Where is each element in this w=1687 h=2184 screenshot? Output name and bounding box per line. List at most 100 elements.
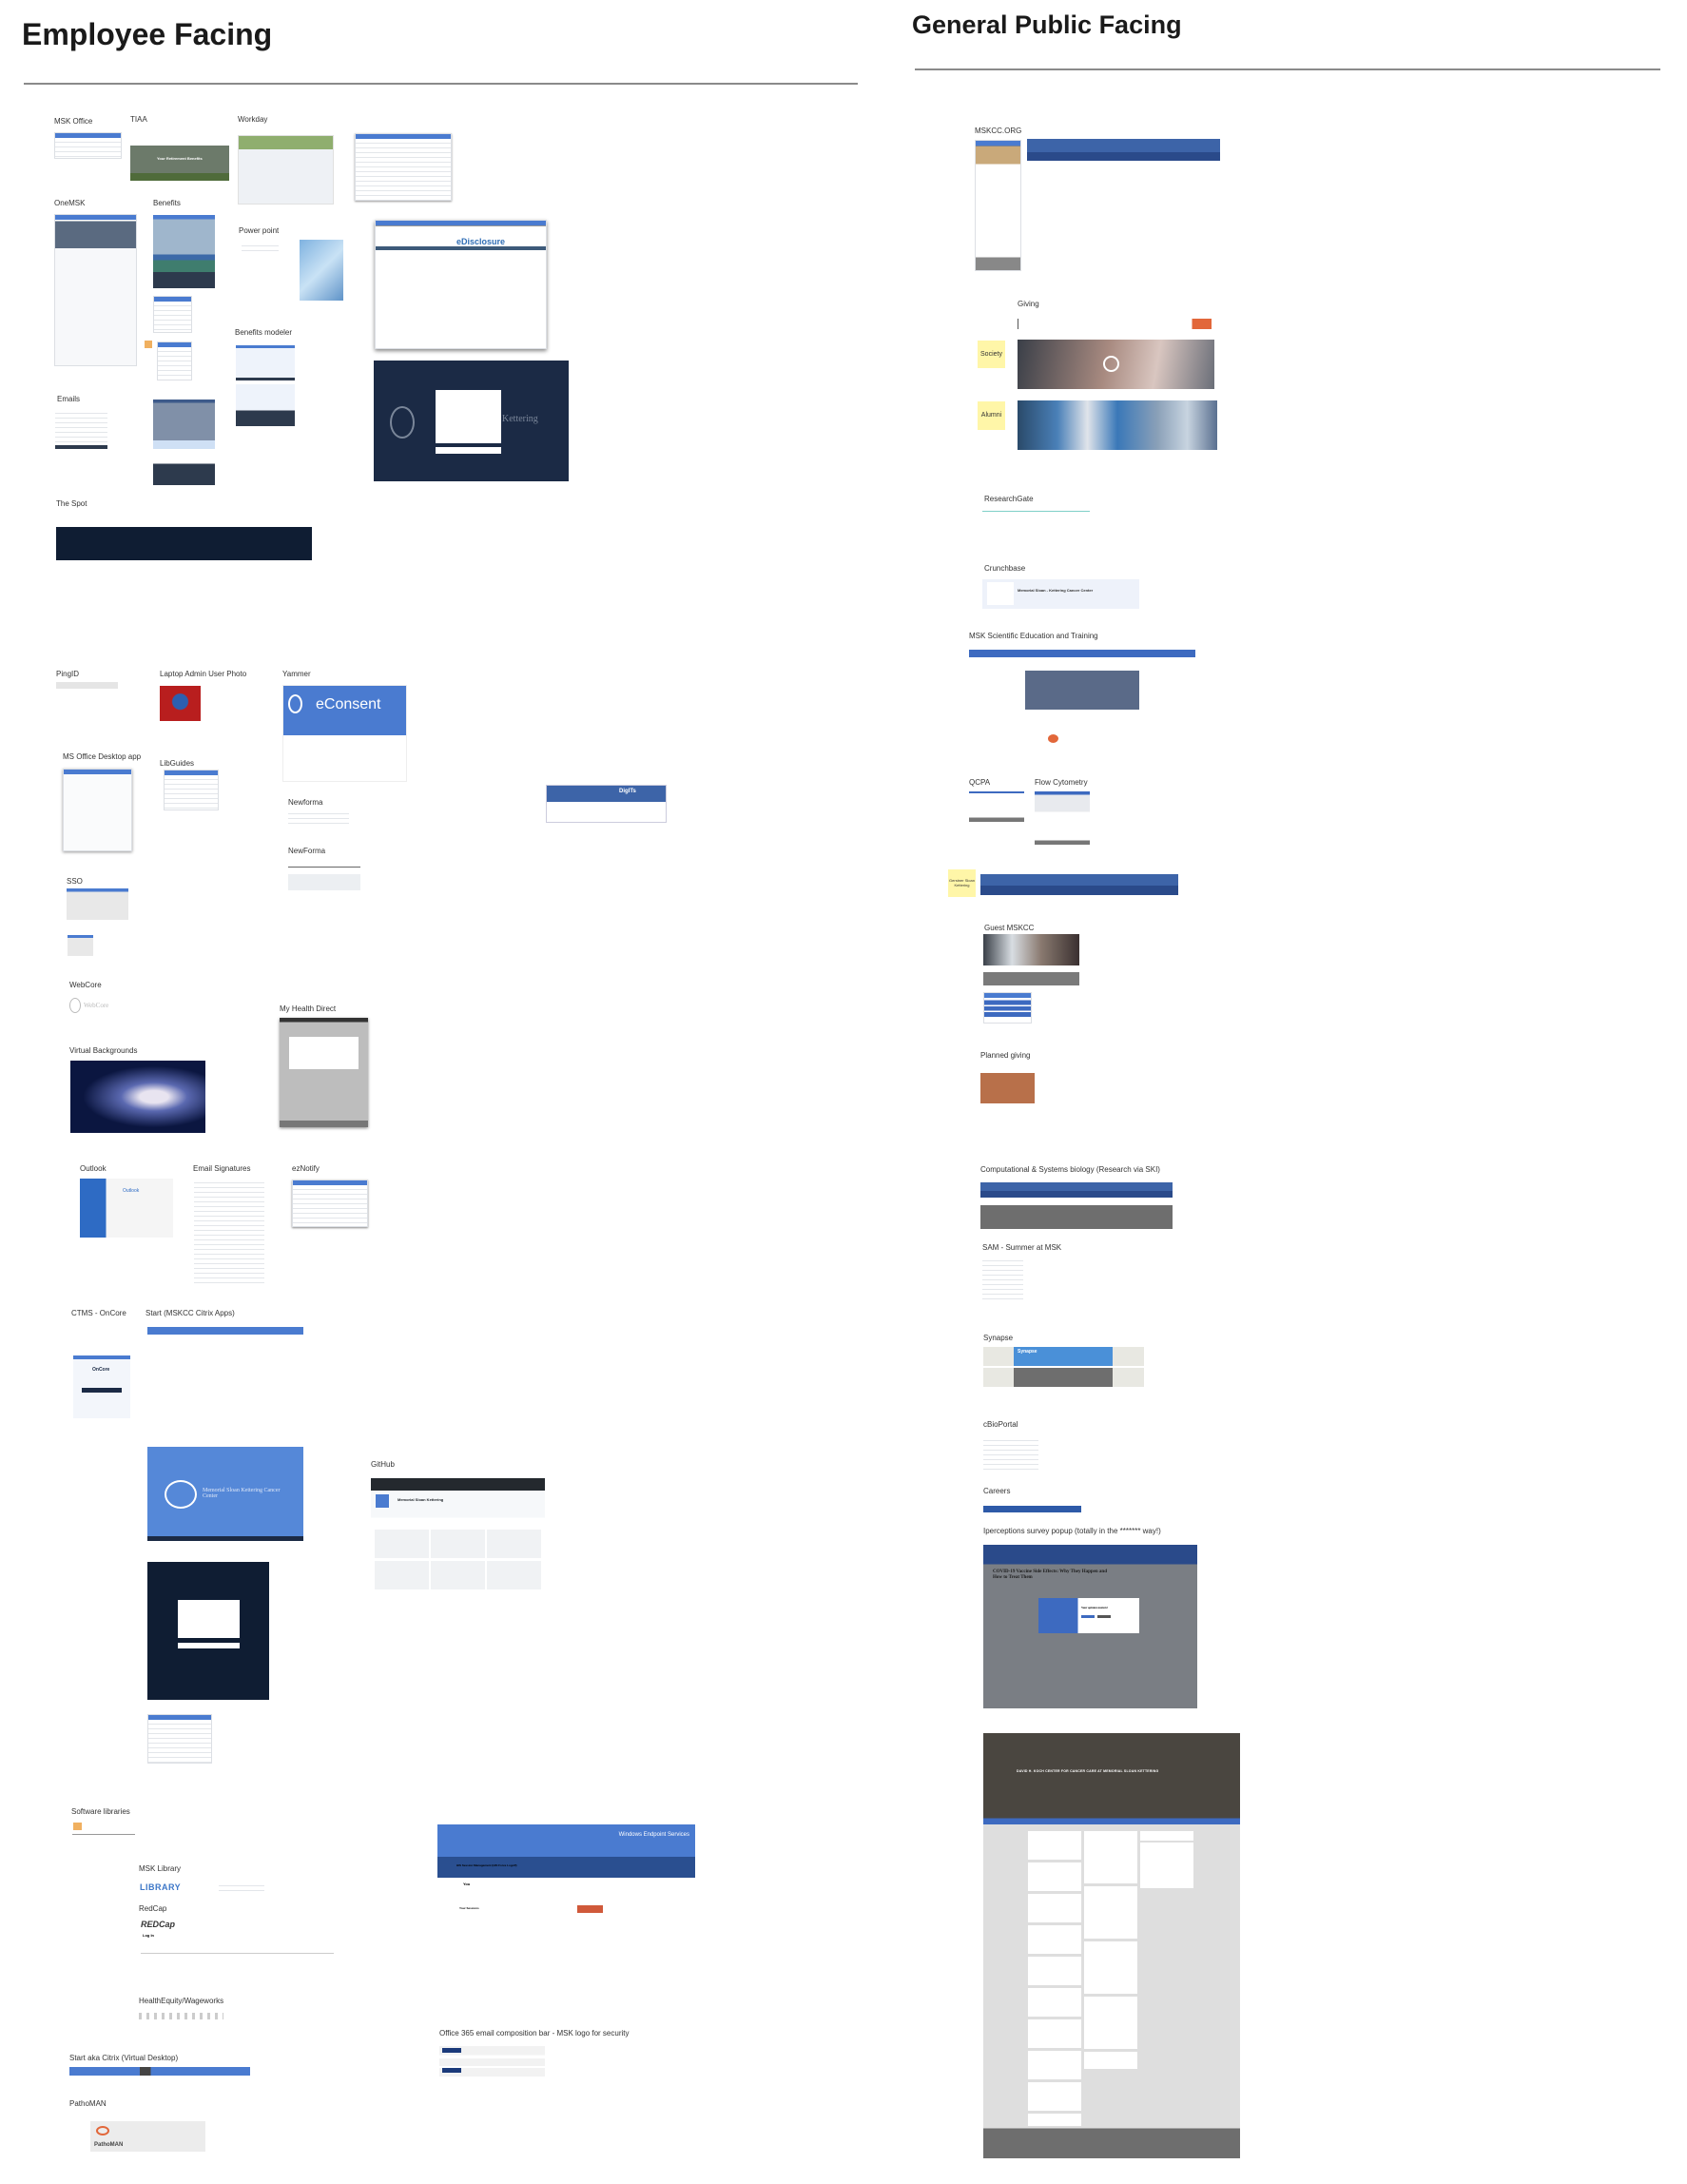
thumb-planned-giving[interactable] xyxy=(980,1069,1035,1145)
thumb-sci-ed-page[interactable] xyxy=(1025,658,1139,761)
thumb-libguides[interactable] xyxy=(164,770,219,810)
thumb-outlook[interactable]: Outlook xyxy=(80,1179,173,1238)
thumb-healthequity[interactable] xyxy=(139,2013,223,2019)
thumb-ms-office-desktop[interactable] xyxy=(63,769,132,851)
thumb-workday[interactable] xyxy=(238,135,334,205)
thumb-sci-ed-header[interactable] xyxy=(969,650,1195,657)
thumb-onemsk[interactable] xyxy=(54,214,137,366)
public-facing-title: General Public Facing xyxy=(912,10,1182,39)
thumb-my-health-direct[interactable] xyxy=(280,1018,368,1127)
thumb-yammer-econsent[interactable]: eConsent xyxy=(282,685,407,782)
signin-box[interactable] xyxy=(178,1600,240,1638)
thumb-emails-2[interactable] xyxy=(153,400,215,485)
thumb-the-spot[interactable] xyxy=(56,513,312,560)
thumb-relief-page[interactable] xyxy=(355,133,452,201)
thumb-pathoman[interactable]: PathoMAN xyxy=(71,2113,226,2152)
thumb-cbioportal[interactable] xyxy=(983,1436,1038,1473)
send-button[interactable] xyxy=(442,2068,461,2073)
thumb-msk-library-2[interactable] xyxy=(219,1882,264,1895)
thumb-power-point-2[interactable] xyxy=(300,240,343,301)
label-libguides: LibGuides xyxy=(160,759,195,768)
label-mskcc-org: MSKCC.ORG xyxy=(975,127,1022,135)
thumb-benefits-3[interactable] xyxy=(157,341,192,380)
popup-yes-button[interactable] xyxy=(1081,1615,1095,1618)
label-pingid: PingID xyxy=(56,670,80,678)
thumb-edisclosure[interactable]: eDisclosure xyxy=(375,220,547,349)
thumb-crunchbase[interactable]: Memorial Sloan - Kettering Cancer Center xyxy=(982,579,1139,609)
thumb-windows-endpoint[interactable]: Windows Endpoint Services HIS Session Ma… xyxy=(437,1824,695,1955)
label-sam: SAM - Summer at MSK xyxy=(982,1243,1062,1252)
signin-options[interactable] xyxy=(436,447,501,454)
thumb-newforma-2[interactable] xyxy=(288,867,360,890)
synapse-banner: Synapse xyxy=(1014,1347,1113,1366)
sticky-gerstner: Gerstner Sloan Kettering xyxy=(948,869,976,897)
thumb-newforma-1[interactable] xyxy=(288,809,349,827)
thumb-sso-1[interactable] xyxy=(67,888,128,920)
folder-icon xyxy=(73,1823,82,1830)
thumb-pingid[interactable] xyxy=(56,682,118,701)
thumb-email-signatures[interactable] xyxy=(194,1179,264,1287)
thumb-tiaa[interactable]: Your Retirement Benefits xyxy=(130,130,229,181)
thumb-qcpa[interactable] xyxy=(969,791,1024,822)
send-button[interactable] xyxy=(442,2048,461,2053)
thumb-power-point-1[interactable] xyxy=(242,242,279,255)
thumb-citrix-gateway[interactable] xyxy=(147,1714,212,1764)
oncore-login-button[interactable] xyxy=(82,1388,122,1393)
thumb-emails[interactable] xyxy=(55,409,107,449)
thumb-dark-login[interactable]: Kettering xyxy=(374,361,569,481)
thumb-benefits-1[interactable] xyxy=(153,215,215,288)
thumb-benefits-modeler-1[interactable] xyxy=(236,345,295,380)
benefits-pdf-icon[interactable] xyxy=(145,341,152,348)
thumb-mskcc-org-full[interactable] xyxy=(975,140,1021,271)
thumb-citrix-login[interactable] xyxy=(147,1562,269,1700)
label-newforma-1: Newforma xyxy=(288,798,323,807)
thumb-start-aka-citrix[interactable] xyxy=(69,2067,250,2076)
label-newforma-2: NewForma xyxy=(288,847,326,855)
pathoman-logo-mark xyxy=(96,2126,109,2135)
popup-no-button[interactable] xyxy=(1097,1615,1111,1618)
his-session-text: HIS Session Management (HIS Force Logoff… xyxy=(456,1863,517,1867)
signin-box[interactable] xyxy=(436,390,501,443)
thumb-msk-office[interactable] xyxy=(54,132,122,159)
thumb-guest-quick-links[interactable] xyxy=(983,992,1032,1024)
thumb-researchgate[interactable] xyxy=(982,511,1090,536)
thumb-citrix-desktop[interactable]: Memorial Sloan Kettering Cancer Center xyxy=(147,1447,303,1541)
thumb-redcap[interactable]: REDCap Log In xyxy=(141,1920,334,1954)
koch-column-right xyxy=(1140,1831,1193,1888)
thumb-laptop-admin[interactable] xyxy=(160,686,201,721)
thumb-gerstner[interactable] xyxy=(980,874,1178,895)
thumb-comp-bio-footer[interactable] xyxy=(980,1205,1173,1229)
survey-popup[interactable]: Your opinion matters! xyxy=(1038,1598,1139,1633)
thumb-eznotify[interactable] xyxy=(292,1180,368,1227)
thumb-ctms-oncore[interactable]: OnCore xyxy=(73,1329,130,1418)
koch-column-middle xyxy=(1084,1831,1137,2069)
thumb-careers[interactable] xyxy=(983,1506,1081,1512)
thumb-society[interactable] xyxy=(1018,340,1214,389)
thumb-giving-header[interactable] xyxy=(1018,319,1212,329)
thumb-start-citrix-apps[interactable] xyxy=(147,1327,303,1433)
thumb-iperceptions[interactable]: COVID-19 Vaccine Side Effects: Why They … xyxy=(983,1545,1197,1708)
thumb-comp-bio-header[interactable] xyxy=(980,1182,1173,1198)
label-webcore: WebCore xyxy=(69,981,102,989)
signin-options[interactable] xyxy=(178,1643,240,1648)
logoff-button[interactable] xyxy=(577,1905,603,1913)
thumb-alumni[interactable] xyxy=(1018,400,1217,450)
thumb-mskcc-org-header[interactable] xyxy=(1027,139,1220,161)
thumb-github[interactable]: Memorial Sloan Kettering xyxy=(371,1478,545,1601)
thumb-sso-2[interactable] xyxy=(68,935,93,956)
thumb-guest-mskcc-footer[interactable] xyxy=(983,972,1079,985)
thumb-software-libraries[interactable] xyxy=(72,1823,135,1835)
thumb-virtual-backgrounds[interactable] xyxy=(70,1061,205,1133)
thumb-webcore[interactable]: WebCore xyxy=(69,997,113,1014)
thumb-benefits-modeler-2[interactable] xyxy=(236,384,295,426)
thumb-guest-mskcc-photo[interactable] xyxy=(983,934,1079,965)
thumb-digits[interactable]: DigITs xyxy=(546,785,667,823)
redcap-login-text: Log In xyxy=(143,1933,154,1938)
thumb-benefits-2[interactable] xyxy=(153,296,192,333)
thumb-flow-cytometry[interactable] xyxy=(1035,791,1090,845)
thumb-koch-center[interactable]: DAVID H. KOCH CENTER FOR CANCER CARE AT … xyxy=(983,1733,1240,2158)
thumb-office365[interactable] xyxy=(439,2046,545,2077)
msk-logo-icon xyxy=(69,998,81,1013)
thumb-synapse[interactable]: Synapse xyxy=(983,1347,1144,1387)
thumb-sam[interactable] xyxy=(982,1257,1023,1299)
